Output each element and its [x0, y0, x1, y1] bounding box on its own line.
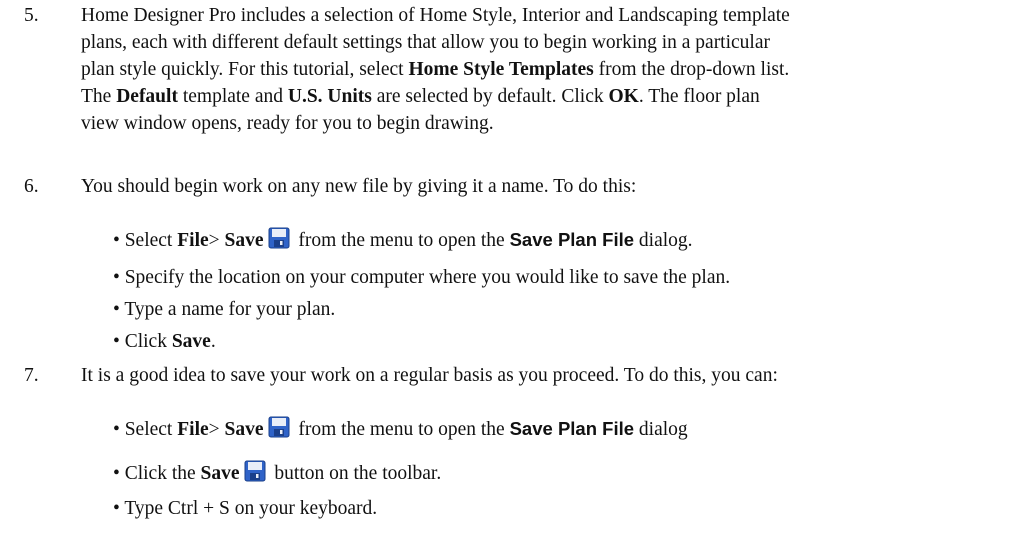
step-paragraph: Home Designer Pro includes a selection o… — [81, 2, 1021, 137]
text-run: from the menu to open the — [293, 230, 510, 251]
text-run: • Click the — [113, 463, 201, 484]
bullet-item: • Type Ctrl + S on your keyboard. — [113, 496, 377, 522]
paragraph-line: Home Designer Pro includes a selection o… — [81, 2, 1021, 29]
text-run: . The floor plan — [638, 86, 760, 107]
bullet-item: • Click the Save button on the toolbar. — [113, 460, 441, 487]
bold-term: Save — [200, 463, 240, 484]
text-run: It is a good idea to save your work on a… — [81, 365, 778, 386]
bold-term: Save — [224, 230, 264, 251]
text-run: Home Designer Pro includes a selection o… — [81, 5, 790, 26]
paragraph-line: plans, each with different default setti… — [81, 29, 1021, 56]
text-run: plan style quickly. For this tutorial, s… — [81, 59, 409, 80]
text-run: from the menu to open the — [293, 419, 510, 440]
text-run: • Type Ctrl + S on your keyboard. — [113, 498, 378, 519]
bold-term: Default — [116, 86, 178, 107]
paragraph-line: You should begin work on any new file by… — [81, 173, 1021, 200]
text-run: • Select — [113, 419, 178, 440]
bold-term: Save — [171, 331, 211, 352]
text-run: > — [208, 419, 225, 440]
text-run: . — [210, 331, 216, 352]
bold-term: Home Style Templates — [408, 59, 594, 80]
bold-term: File — [177, 230, 209, 251]
bullet-item: • Click Save. — [113, 329, 216, 355]
text-run: button on the toolbar. — [269, 463, 442, 484]
text-run: from the drop-down list. — [593, 59, 790, 80]
paragraph-line: plan style quickly. For this tutorial, s… — [81, 56, 1021, 83]
step-number: 5. — [24, 5, 39, 26]
save-icon — [244, 460, 266, 482]
bold-term: Save Plan File — [509, 229, 635, 250]
text-run: You should begin work on any new file by… — [81, 176, 637, 197]
bullet-item: • Type a name for your plan. — [113, 297, 335, 323]
text-run: > — [208, 230, 225, 251]
save-icon — [268, 416, 290, 438]
text-run: view window opens, ready for you to begi… — [81, 113, 494, 134]
tutorial-document: 5. Home Designer Pro includes a selectio… — [0, 0, 1028, 553]
text-run: • Click — [113, 331, 172, 352]
text-run: are selected by default. Click — [371, 86, 609, 107]
bold-term: File — [177, 419, 209, 440]
save-icon — [268, 227, 290, 249]
bullet-item: • Select File> Save from the menu to ope… — [113, 227, 693, 254]
step-number: 7. — [24, 365, 39, 386]
bold-term: OK — [608, 86, 639, 107]
paragraph-line: view window opens, ready for you to begi… — [81, 110, 1021, 137]
text-run: dialog. — [634, 230, 693, 251]
text-run: The — [81, 86, 117, 107]
text-run: plans, each with different default setti… — [81, 32, 770, 53]
paragraph-line: It is a good idea to save your work on a… — [81, 362, 1021, 389]
paragraph-line: The Default template and U.S. Units are … — [81, 83, 1021, 110]
step-paragraph: You should begin work on any new file by… — [81, 173, 1021, 200]
bullet-item: • Select File> Save from the menu to ope… — [113, 416, 688, 443]
bold-term: Save Plan File — [509, 418, 635, 439]
bullet-item: • Specify the location on your computer … — [113, 265, 730, 291]
text-run: dialog — [634, 419, 688, 440]
bold-term: U.S. Units — [287, 86, 372, 107]
text-run: • Type a name for your plan. — [113, 299, 336, 320]
step-paragraph: It is a good idea to save your work on a… — [81, 362, 1021, 389]
bold-term: Save — [224, 419, 264, 440]
text-run: template and — [177, 86, 288, 107]
text-run: • Specify the location on your computer … — [113, 267, 731, 288]
step-number: 6. — [24, 176, 39, 197]
text-run: • Select — [113, 230, 178, 251]
